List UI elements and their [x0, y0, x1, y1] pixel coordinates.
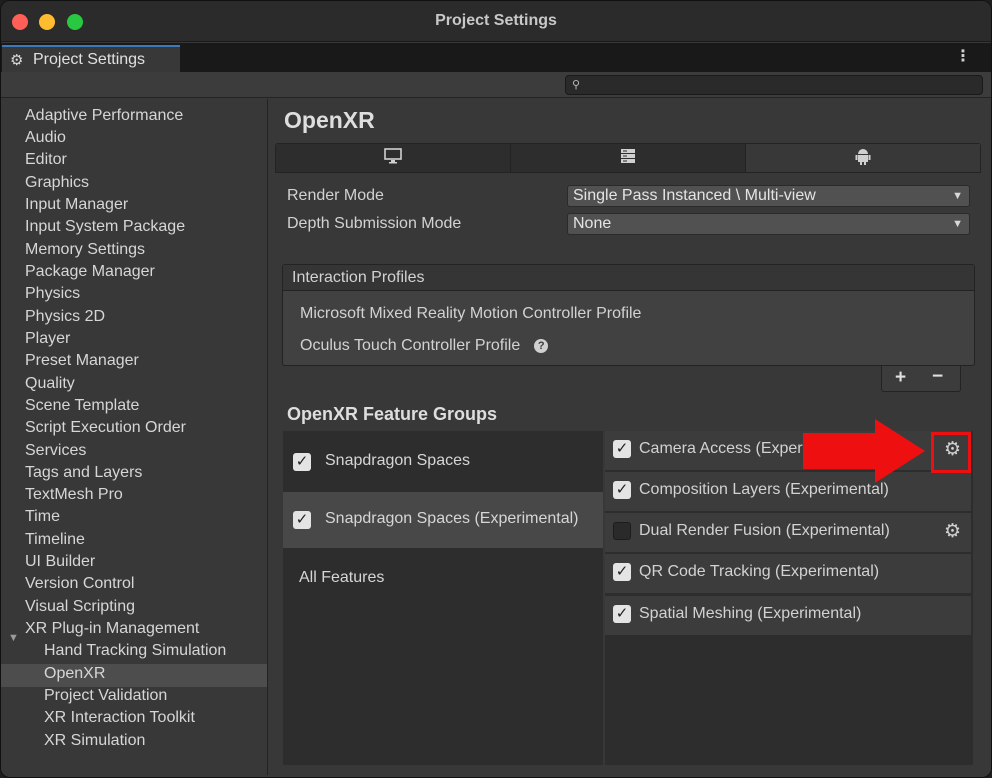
sidebar-item-package-manager[interactable]: Package Manager — [25, 262, 155, 282]
sidebar-selection-highlight — [1, 664, 267, 687]
feature-groups-title: OpenXR Feature Groups — [287, 404, 498, 424]
interaction-profiles-header: Interaction Profiles — [283, 265, 974, 291]
remove-profile-button[interactable]: − — [932, 366, 943, 388]
feature-label: Composition Layers (Experimental) — [639, 481, 889, 498]
sidebar-item-graphics[interactable]: Graphics — [25, 173, 89, 193]
sidebar-item-editor[interactable]: Editor — [25, 150, 67, 170]
group-label: Snapdragon Spaces — [325, 452, 470, 469]
title-bar: Project Settings — [1, 1, 991, 42]
help-icon[interactable]: ? — [534, 339, 549, 353]
sidebar-item-memory-settings[interactable]: Memory Settings — [25, 240, 145, 260]
depth-submission-mode-dropdown[interactable]: None ▼ — [567, 213, 970, 235]
page-title: OpenXR — [284, 107, 375, 133]
gear-icon[interactable]: ⚙ — [944, 520, 961, 543]
feature-label: Dual Render Fusion (Experimental) — [639, 522, 890, 539]
sidebar-item-script-execution-order[interactable]: Script Execution Order — [25, 418, 186, 438]
gear-icon: ⚙ — [10, 52, 24, 69]
sidebar-item-audio[interactable]: Audio — [25, 128, 66, 148]
annotation-highlight-box — [931, 432, 971, 473]
sidebar-item-adaptive-performance[interactable]: Adaptive Performance — [25, 106, 183, 126]
sidebar-item-version-control[interactable]: Version Control — [25, 574, 134, 594]
render-mode-value: Single Pass Instanced \ Multi-view — [573, 187, 816, 204]
qr-code-tracking-checkbox[interactable]: ✓ — [613, 563, 631, 581]
sidebar-item-project-validation[interactable]: Project Validation — [44, 686, 167, 706]
group-label: Snapdragon Spaces (Experimental) — [325, 510, 579, 527]
interaction-profiles-title: Interaction Profiles — [292, 269, 425, 286]
interaction-profiles-list: Interaction Profiles Microsoft Mixed Rea… — [282, 264, 975, 366]
feature-groups-list: ✓ Snapdragon Spaces ✓ Snapdragon Spaces … — [283, 431, 603, 765]
sidebar-item-player[interactable]: Player — [25, 329, 70, 349]
tab-label: Project Settings — [33, 51, 146, 68]
platform-tabs — [275, 143, 981, 173]
sidebar-item-tags-and-layers[interactable]: Tags and Layers — [25, 463, 142, 483]
tab-bar: ⚙ Project Settings ⋮ — [1, 43, 991, 72]
sidebar-item-preset-manager[interactable]: Preset Manager — [25, 351, 139, 371]
tab-android[interactable] — [746, 144, 980, 172]
sidebar-item-physics-2d[interactable]: Physics 2D — [25, 307, 105, 327]
search-icon: ⚲ — [572, 79, 581, 91]
dropdown-arrow-icon: ▼ — [952, 218, 963, 230]
sidebar-item-scene-template[interactable]: Scene Template — [25, 396, 139, 416]
annotation-arrow-shaft — [803, 433, 877, 469]
snapdragon-spaces-checkbox[interactable]: ✓ — [293, 453, 311, 471]
project-settings-window: Project Settings ⚙ Project Settings ⋮ ⚲ … — [0, 0, 992, 778]
desktop-icon — [384, 148, 402, 164]
sidebar-item-textmesh-pro[interactable]: TextMesh Pro — [25, 485, 123, 505]
dropdown-arrow-icon: ▼ — [952, 190, 963, 202]
window-title: Project Settings — [435, 12, 557, 29]
tab-project-settings[interactable]: ⚙ Project Settings — [2, 45, 180, 72]
sidebar-item-physics[interactable]: Physics — [25, 284, 80, 304]
add-profile-button[interactable]: + — [895, 367, 906, 389]
sidebar-item-openxr[interactable]: OpenXR — [44, 664, 105, 684]
list-item[interactable]: ✓ Spatial Meshing (Experimental) — [605, 596, 971, 635]
list-item[interactable]: Oculus Touch Controller Profile? — [300, 337, 549, 355]
composition-layers-checkbox[interactable]: ✓ — [613, 481, 631, 499]
feature-label: QR Code Tracking (Experimental) — [639, 563, 880, 580]
feature-label: Spatial Meshing (Experimental) — [639, 605, 862, 622]
settings-sidebar: Adaptive Performance Audio Editor Graphi… — [1, 99, 268, 775]
list-item[interactable]: Dual Render Fusion (Experimental) ⚙ — [605, 513, 971, 552]
sidebar-item-quality[interactable]: Quality — [25, 374, 75, 394]
profile-label: Oculus Touch Controller Profile — [300, 337, 521, 354]
sidebar-item-time[interactable]: Time — [25, 507, 60, 527]
sidebar-item-hand-tracking-simulation[interactable]: Hand Tracking Simulation — [44, 641, 226, 661]
tab-server[interactable] — [511, 144, 746, 172]
search-row: ⚲ — [1, 72, 991, 98]
list-item[interactable]: ✓ Snapdragon Spaces (Experimental) — [283, 492, 603, 548]
profile-label: Microsoft Mixed Reality Motion Controlle… — [300, 305, 642, 322]
android-icon — [855, 149, 871, 165]
server-icon — [621, 149, 635, 163]
list-footer: + − — [881, 366, 961, 392]
dual-render-fusion-checkbox[interactable] — [613, 522, 631, 540]
render-mode-dropdown[interactable]: Single Pass Instanced \ Multi-view ▼ — [567, 185, 970, 207]
all-features-link[interactable]: All Features — [299, 569, 384, 587]
list-item[interactable]: Microsoft Mixed Reality Motion Controlle… — [300, 305, 641, 323]
render-mode-label: Render Mode — [287, 187, 384, 204]
depth-submission-mode-label: Depth Submission Mode — [287, 215, 462, 232]
sidebar-item-visual-scripting[interactable]: Visual Scripting — [25, 597, 135, 617]
sidebar-item-ui-builder[interactable]: UI Builder — [25, 552, 95, 572]
sidebar-item-timeline[interactable]: Timeline — [25, 530, 85, 550]
camera-access-checkbox[interactable]: ✓ — [613, 440, 631, 458]
spatial-meshing-checkbox[interactable]: ✓ — [613, 605, 631, 623]
sidebar-item-input-manager[interactable]: Input Manager — [25, 195, 128, 215]
sidebar-item-xr-interaction-toolkit[interactable]: XR Interaction Toolkit — [44, 708, 195, 728]
snapdragon-spaces-experimental-checkbox[interactable]: ✓ — [293, 511, 311, 529]
list-item[interactable]: ✓ QR Code Tracking (Experimental) — [605, 554, 971, 593]
chevron-down-icon[interactable]: ▼ — [8, 632, 19, 644]
list-item[interactable]: ✓ Snapdragon Spaces — [283, 434, 603, 490]
more-options-icon[interactable]: ⋮ — [955, 46, 971, 66]
sidebar-item-input-system-package[interactable]: Input System Package — [25, 217, 185, 237]
tab-desktop[interactable] — [276, 144, 511, 172]
annotation-arrow-head — [875, 419, 925, 483]
sidebar-item-xr-simulation[interactable]: XR Simulation — [44, 731, 145, 751]
sidebar-item-services[interactable]: Services — [25, 441, 86, 461]
depth-submission-mode-value: None — [573, 215, 612, 232]
search-input[interactable]: ⚲ — [565, 75, 983, 95]
sidebar-item-xr-plugin-management[interactable]: XR Plug-in Management — [25, 619, 199, 639]
